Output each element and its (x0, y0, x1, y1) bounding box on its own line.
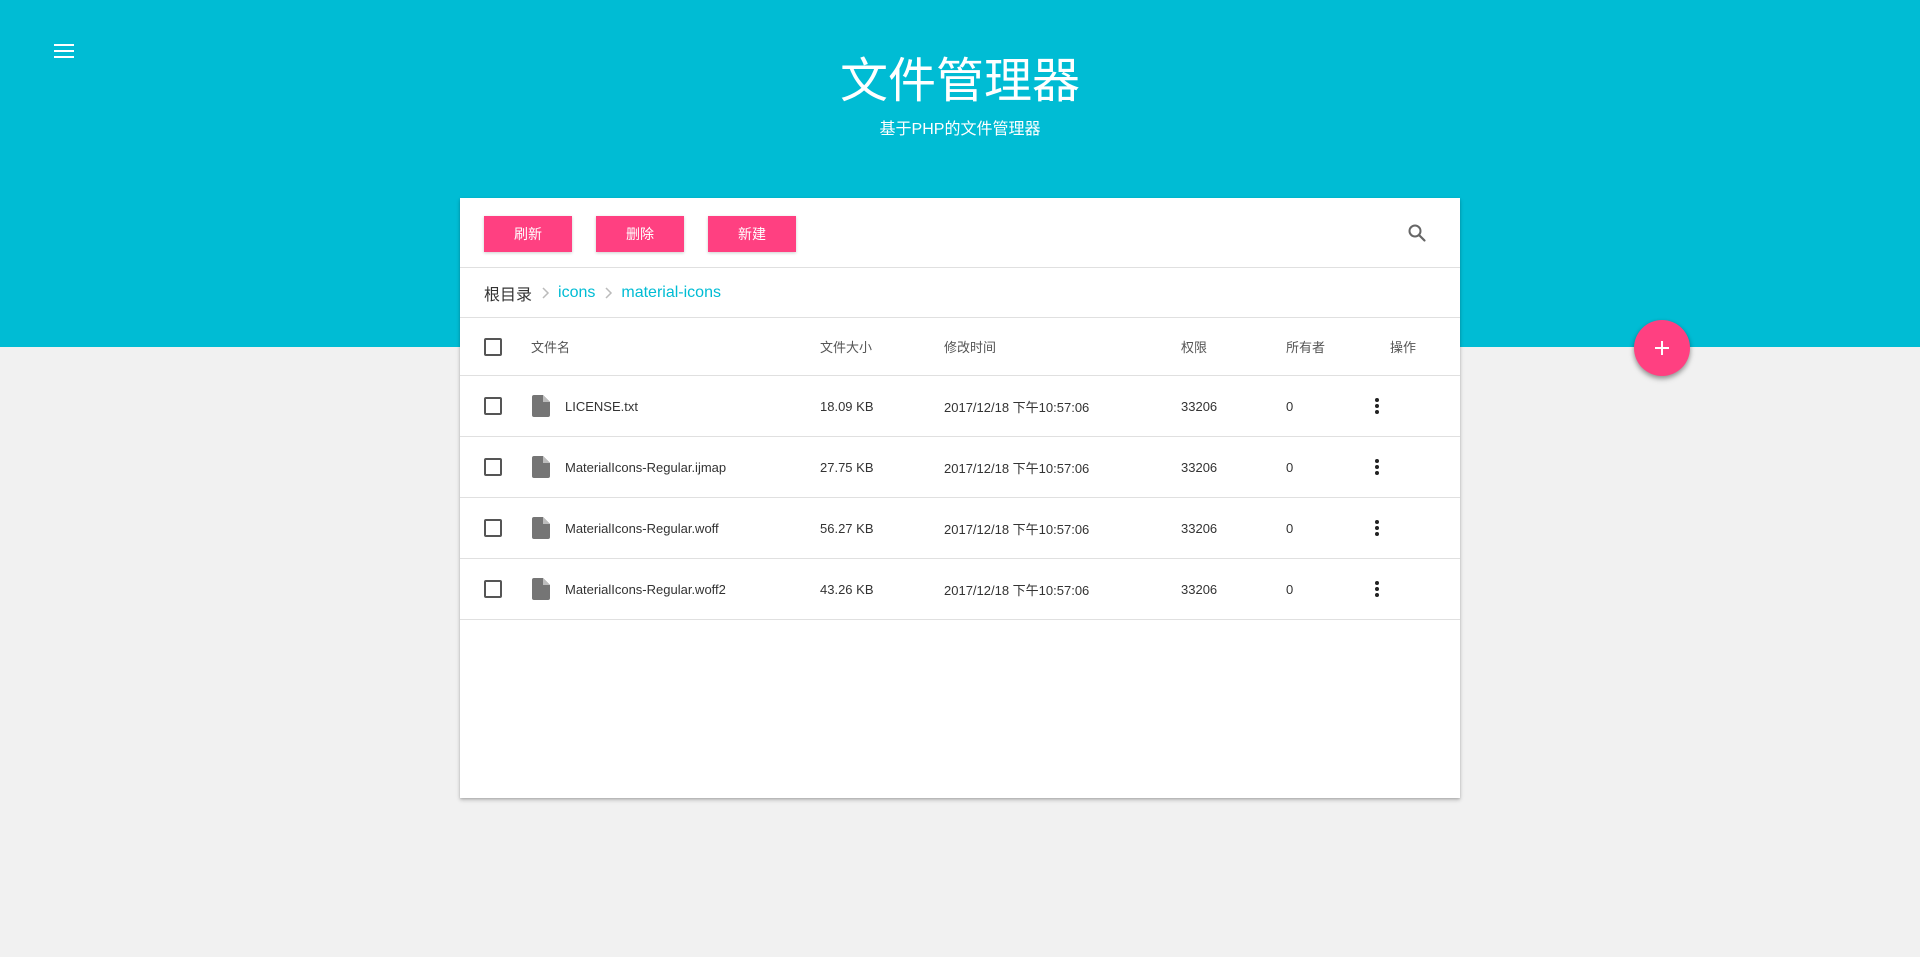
column-header-actions: 操作 (1390, 340, 1417, 355)
file-owner: 0 (1286, 520, 1294, 536)
column-header-modified[interactable]: 修改时间 (944, 318, 996, 375)
more-vert-icon (1375, 581, 1379, 597)
file-modified: 2017/12/18 下午10:57:06 (944, 460, 1090, 476)
chevron-right-icon (599, 284, 617, 302)
file-icon (532, 395, 550, 417)
select-all-checkbox[interactable] (484, 337, 502, 356)
refresh-button[interactable]: 刷新 (484, 216, 572, 252)
more-actions-button[interactable] (1365, 516, 1389, 540)
more-vert-icon (1375, 520, 1379, 536)
file-manager-card: 刷新 删除 新建 根目录 icons material-icons 文件名 文件… (460, 198, 1460, 798)
file-name[interactable]: LICENSE.txt (565, 376, 638, 436)
file-name[interactable]: MaterialIcons-Regular.woff (565, 498, 719, 558)
new-button[interactable]: 新建 (708, 216, 796, 252)
table-row[interactable]: MaterialIcons-Regular.ijmap 27.75 KB 2017/… (460, 437, 1460, 498)
chevron-right-icon (536, 284, 554, 302)
more-actions-button[interactable] (1365, 577, 1389, 601)
breadcrumb-root[interactable]: 根目录 (484, 281, 532, 305)
file-owner: 0 (1286, 398, 1294, 414)
more-vert-icon (1375, 398, 1379, 414)
file-icon (532, 517, 550, 539)
table-row[interactable]: MaterialIcons-Regular.woff 56.27 KB 2017/1… (460, 498, 1460, 559)
add-fab-button[interactable] (1634, 320, 1690, 376)
more-actions-button[interactable] (1365, 455, 1389, 479)
file-permission: 33206 (1181, 581, 1218, 597)
file-size: 43.26 KB (820, 581, 874, 597)
file-size: 18.09 KB (820, 398, 874, 414)
file-owner: 0 (1286, 459, 1294, 475)
file-modified: 2017/12/18 下午10:57:06 (944, 582, 1090, 598)
column-header-size[interactable]: 文件大小 (820, 318, 872, 375)
column-header-permission[interactable]: 权限 (1181, 318, 1207, 375)
row-checkbox[interactable] (484, 519, 502, 537)
table-header: 文件名 文件大小 修改时间 权限 所有者 操作 (460, 318, 1460, 376)
more-actions-button[interactable] (1365, 394, 1389, 418)
file-icon (532, 456, 550, 478)
breadcrumb: 根目录 icons material-icons (460, 268, 1460, 318)
file-modified: 2017/12/18 下午10:57:06 (944, 399, 1090, 415)
file-icon (532, 578, 550, 600)
file-modified: 2017/12/18 下午10:57:06 (944, 521, 1090, 537)
file-name[interactable]: MaterialIcons-Regular.ijmap (565, 437, 726, 497)
table-row[interactable]: LICENSE.txt 18.09 KB 2017/12/18 下午10:57:06… (460, 376, 1460, 437)
toolbar: 刷新 删除 新建 (460, 198, 1460, 268)
column-header-owner[interactable]: 所有者 (1286, 318, 1325, 375)
file-permission: 33206 (1181, 459, 1218, 475)
search-button[interactable] (1405, 221, 1429, 245)
more-vert-icon (1375, 459, 1379, 475)
file-permission: 33206 (1181, 520, 1218, 536)
row-checkbox[interactable] (484, 580, 502, 598)
table-row[interactable]: MaterialIcons-Regular.woff2 43.26 KB 2017/… (460, 559, 1460, 620)
file-permission: 33206 (1181, 398, 1218, 414)
file-size: 27.75 KB (820, 459, 874, 475)
row-checkbox[interactable] (484, 458, 502, 476)
column-header-name[interactable]: 文件名 (531, 318, 570, 375)
file-owner: 0 (1286, 581, 1294, 597)
plus-icon (1655, 341, 1669, 355)
page-title: 文件管理器 (839, 55, 1080, 108)
file-size: 56.27 KB (820, 520, 874, 536)
file-name[interactable]: MaterialIcons-Regular.woff2 (565, 559, 726, 619)
search-icon (1408, 224, 1426, 242)
breadcrumb-icons[interactable]: icons (558, 284, 595, 302)
page-subtitle: 基于PHP的文件管理器 (879, 121, 1041, 138)
breadcrumb-material-icons[interactable]: material-icons (621, 284, 721, 302)
row-checkbox[interactable] (484, 397, 502, 415)
delete-button[interactable]: 删除 (596, 216, 684, 252)
